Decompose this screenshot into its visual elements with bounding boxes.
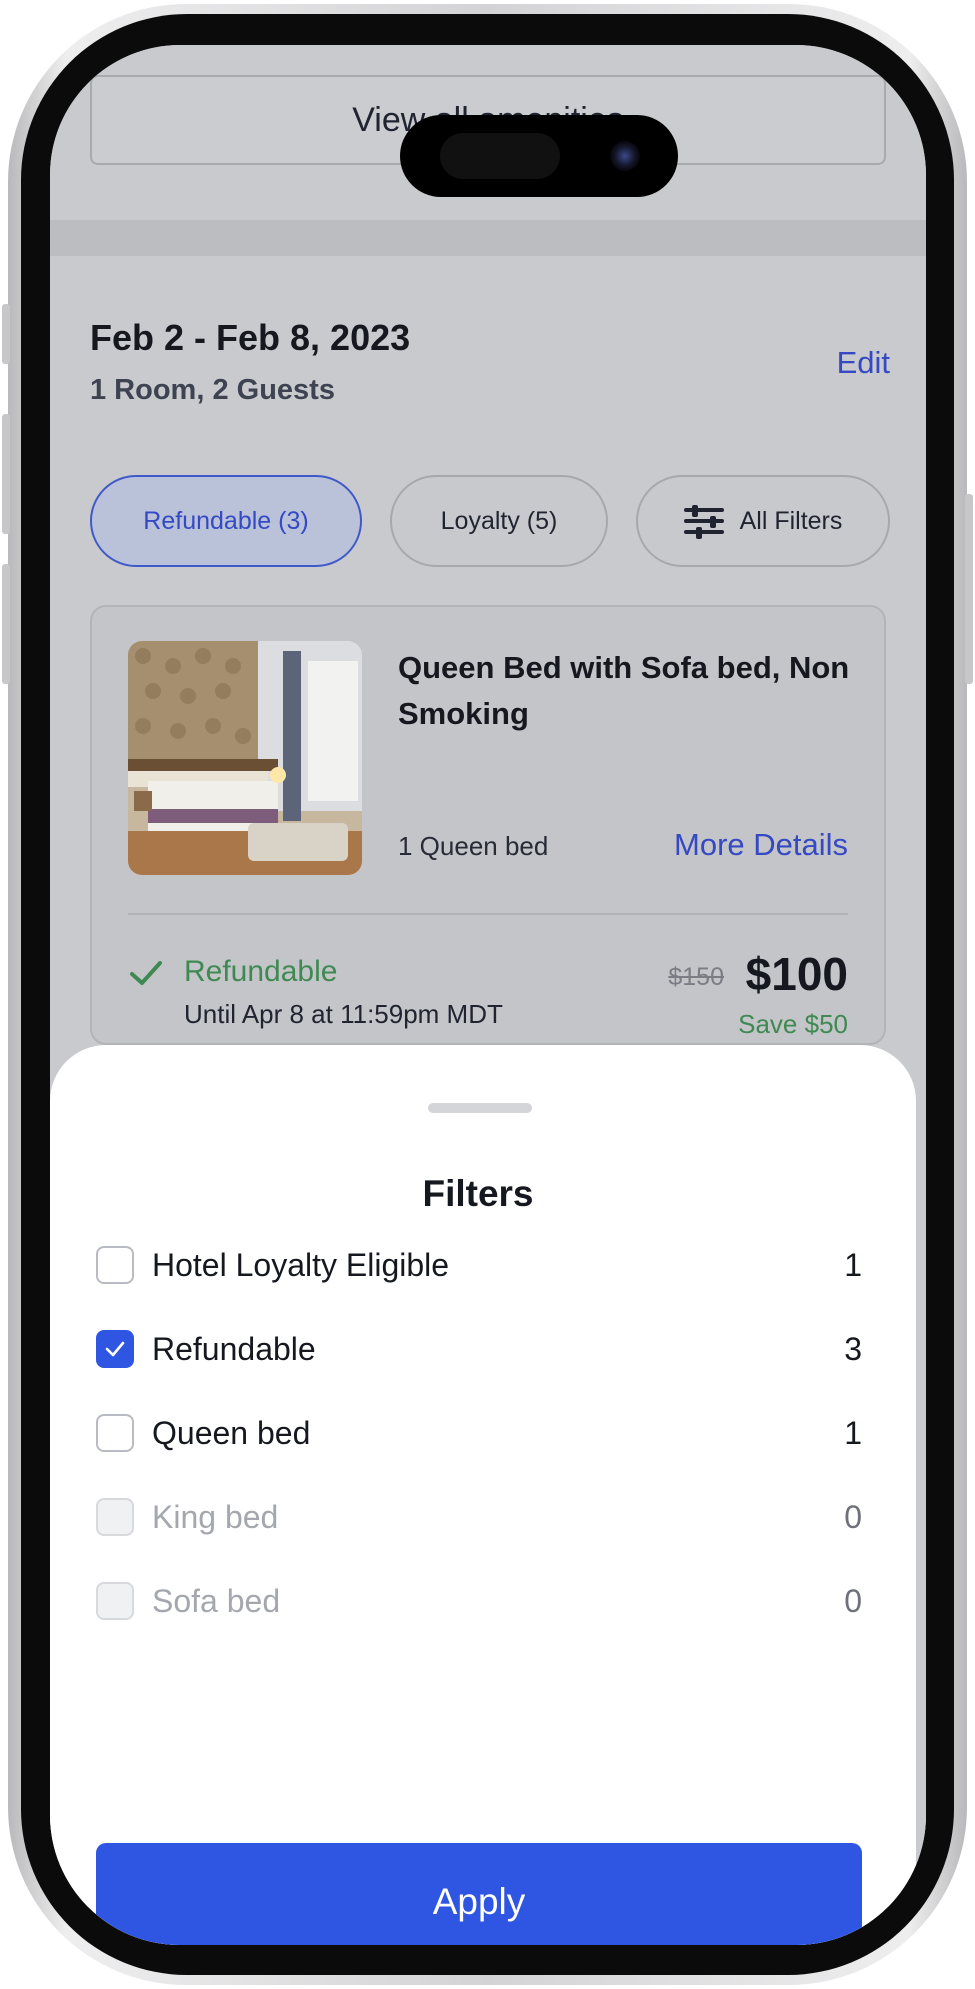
screen: View all amenities Feb 2 - Feb 8, 2023 1… [50, 45, 926, 1945]
checkbox[interactable] [96, 1246, 134, 1284]
refundable-label: Refundable [184, 955, 338, 988]
stay-guests: 1 Room, 2 Guests [90, 374, 335, 406]
chip-label: All Filters [739, 506, 843, 535]
current-price: $100 [745, 948, 848, 1000]
sliders-icon [683, 505, 724, 539]
filter-label: Sofa bed [152, 1582, 281, 1619]
volume-up-button [2, 414, 10, 534]
filter-label: Hotel Loyalty Eligible [152, 1246, 450, 1283]
room-card[interactable]: Queen Bed with Sofa bed, Non Smoking 1 Q… [90, 605, 886, 1045]
sheet-grabber[interactable] [428, 1103, 532, 1113]
checkmark-icon [105, 1341, 125, 1357]
section-divider [50, 220, 926, 256]
sheet-title: Filters [422, 1173, 534, 1214]
original-price: $150 [668, 963, 724, 991]
chip-label: Refundable (3) [143, 506, 309, 535]
dynamic-island [400, 115, 678, 197]
room-title: Queen Bed with Sofa bed, Non Smoking [398, 650, 850, 731]
silent-switch [2, 304, 10, 364]
checkbox-disabled [96, 1498, 134, 1536]
filter-label: King bed [152, 1498, 279, 1535]
filter-row-king-bed: King bed 0 [96, 1487, 862, 1547]
chip-label: Loyalty (5) [440, 506, 558, 535]
filter-row-queen-bed[interactable]: Queen bed 1 [96, 1403, 862, 1463]
checkbox-disabled [96, 1582, 134, 1620]
chip-loyalty[interactable]: Loyalty (5) [390, 475, 608, 567]
filter-count: 1 [844, 1246, 862, 1283]
savings-label: Save $50 [738, 1009, 848, 1039]
filter-row-refundable[interactable]: Refundable 3 [96, 1319, 862, 1379]
filter-row-sofa-bed: Sofa bed 0 [96, 1571, 862, 1631]
check-icon [130, 961, 162, 985]
filter-count: 0 [844, 1582, 862, 1619]
filter-label: Queen bed [152, 1414, 311, 1451]
chip-refundable[interactable]: Refundable (3) [90, 475, 362, 567]
room-photo[interactable] [128, 641, 362, 875]
filter-count: 1 [844, 1414, 862, 1451]
filter-label: Refundable [152, 1330, 316, 1367]
more-details-link[interactable]: More Details [674, 827, 848, 863]
checkbox[interactable] [96, 1414, 134, 1452]
filter-count: 3 [844, 1330, 862, 1367]
power-button [965, 494, 973, 684]
filter-row-hotel-loyalty[interactable]: Hotel Loyalty Eligible 1 [96, 1235, 862, 1295]
camera-icon [610, 141, 640, 171]
filter-count: 0 [844, 1498, 862, 1535]
sheet-edge [916, 1045, 926, 1945]
checkbox-checked[interactable] [96, 1330, 134, 1368]
apply-button[interactable]: Apply [96, 1843, 862, 1945]
room-bed-info: 1 Queen bed [398, 831, 549, 861]
island-sensor [440, 133, 560, 179]
chip-all-filters[interactable]: All Filters [636, 475, 890, 567]
refund-deadline: Until Apr 8 at 11:59pm MDT [184, 999, 503, 1029]
card-divider [128, 913, 848, 915]
edit-stay-link[interactable]: Edit [837, 345, 890, 381]
stay-dates: Feb 2 - Feb 8, 2023 [90, 317, 411, 358]
volume-down-button [2, 564, 10, 684]
filters-sheet: Filters Hotel Loyalty Eligible 1 Refunda… [50, 1045, 916, 1945]
